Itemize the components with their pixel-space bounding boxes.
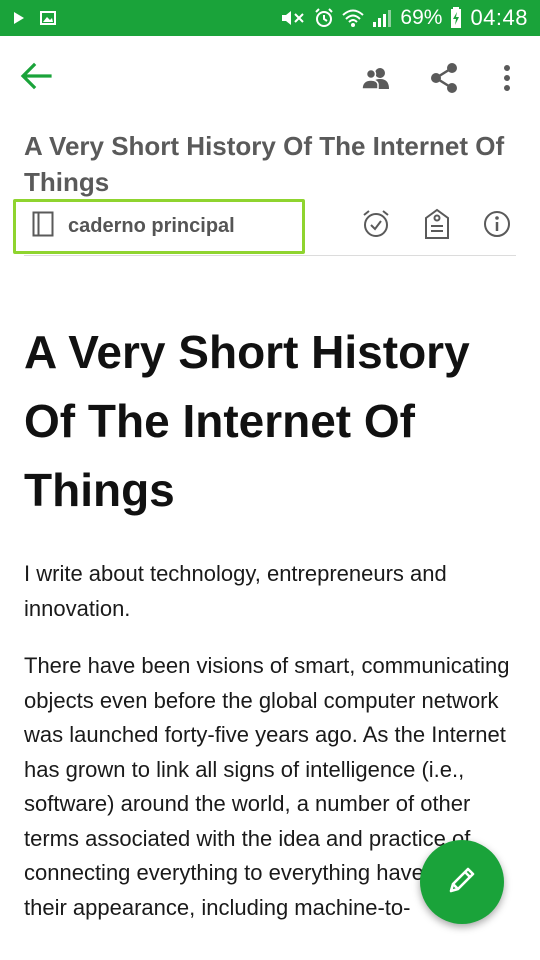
note-paragraph-1: I write about technology, entrepreneurs …: [24, 561, 447, 621]
more-vert-icon: [503, 64, 511, 97]
info-icon: [483, 210, 511, 243]
alarm-icon: [314, 8, 334, 28]
alarm-check-icon: [362, 209, 390, 244]
wifi-icon: [342, 8, 365, 28]
clock: 04:48: [470, 5, 528, 30]
note-title[interactable]: A Very Short History Of The Internet Of …: [24, 128, 514, 200]
pencil-icon: [446, 864, 478, 901]
tags-button[interactable]: [417, 205, 457, 247]
people-icon: [361, 66, 391, 95]
header-divider: [24, 255, 516, 256]
notebook-selector[interactable]: caderno principal: [13, 199, 305, 254]
share-with-people-button[interactable]: [356, 60, 396, 100]
share-icon: [429, 62, 459, 99]
image-icon: [40, 10, 56, 26]
status-right: 69% 04:48: [280, 5, 528, 31]
note-info-button[interactable]: [477, 205, 517, 247]
signal-icon: [372, 8, 392, 28]
battery-charging-icon: [450, 7, 462, 29]
status-left: [12, 10, 56, 26]
mute-icon: [280, 8, 306, 28]
toolbar: [0, 36, 540, 120]
notebook-icon: [32, 211, 54, 242]
back-arrow-icon: [20, 62, 52, 95]
play-icon: [12, 11, 26, 25]
battery-percent: 69%: [400, 6, 443, 29]
status-bar: 69% 04:48: [0, 0, 540, 36]
tag-icon: [424, 208, 450, 245]
more-options-button[interactable]: [487, 60, 527, 100]
edit-note-button[interactable]: [420, 840, 504, 924]
note-body-heading: A Very Short History Of The Internet Of …: [24, 326, 470, 516]
notebook-name: caderno principal: [68, 215, 235, 237]
back-button[interactable]: [16, 60, 56, 96]
reminder-button[interactable]: [356, 205, 396, 247]
share-button[interactable]: [424, 60, 464, 100]
